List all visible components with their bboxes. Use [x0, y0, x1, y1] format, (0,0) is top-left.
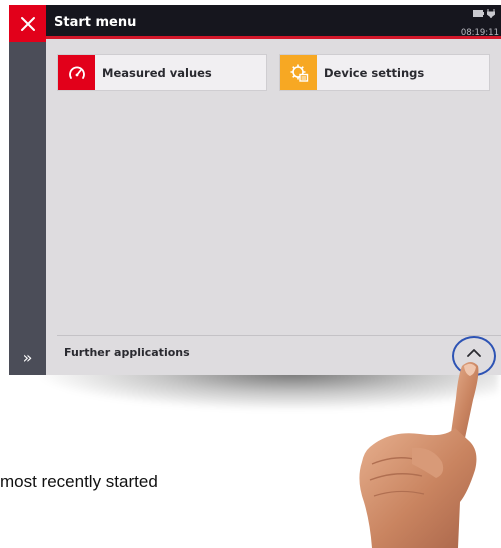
close-x-icon	[20, 16, 35, 31]
double-chevron-right-icon[interactable]: »	[9, 347, 46, 369]
speedometer-icon	[58, 55, 95, 90]
further-applications-label: Further applications	[64, 346, 190, 359]
sidebar: »	[9, 42, 46, 375]
battery-icon	[473, 10, 484, 17]
power-plug-icon	[487, 9, 495, 18]
clock: 08:19:11	[460, 28, 499, 38]
pointing-hand-icon	[359, 362, 479, 548]
device-settings-label: Device settings	[324, 65, 425, 80]
status-icons	[473, 9, 495, 18]
caption-text: most recently started	[0, 472, 158, 491]
measured-values-label: Measured values	[102, 65, 212, 80]
device-settings-tile[interactable]: Device settings	[279, 54, 490, 91]
page-title: Start menu	[54, 15, 137, 30]
title-bar: Start menu 08:19:11	[9, 5, 501, 42]
close-button[interactable]	[9, 5, 46, 42]
device-screen: Start menu 08:19:11 » Measured values De…	[9, 5, 501, 375]
measured-values-tile[interactable]: Measured values	[57, 54, 267, 91]
settings-gear-icon	[280, 55, 317, 90]
